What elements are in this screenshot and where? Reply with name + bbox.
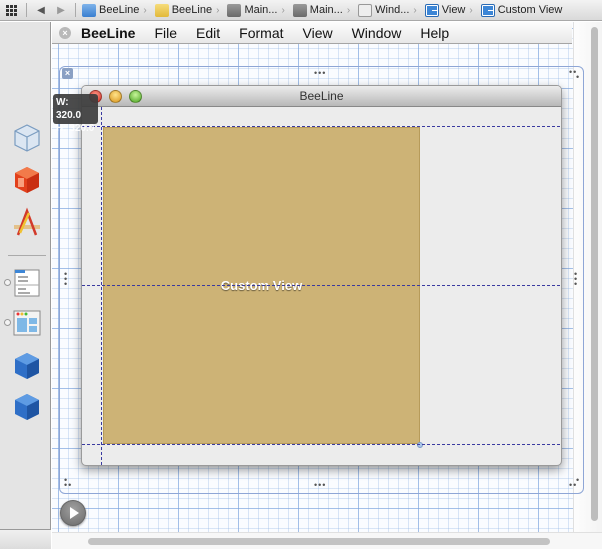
alignment-guide-left xyxy=(101,107,102,465)
nib-icon xyxy=(292,3,307,17)
breadcrumb-nib[interactable]: Main... › xyxy=(225,0,290,21)
chevron-right-icon: › xyxy=(281,4,285,16)
resize-knob[interactable] xyxy=(417,442,423,448)
menu-icon[interactable] xyxy=(12,268,42,298)
size-height: H: 320.0 xyxy=(56,123,95,134)
breadcrumb-custom-view[interactable]: Custom View xyxy=(479,0,565,21)
chevron-right-icon: › xyxy=(469,4,473,16)
app-icon[interactable] xyxy=(12,207,42,237)
chevron-right-icon: › xyxy=(346,4,351,16)
disclosure-dot[interactable] xyxy=(4,279,11,286)
menu-window[interactable]: Window xyxy=(352,25,402,41)
divider xyxy=(75,3,76,17)
resize-handle-bottom-left[interactable]: • •• xyxy=(64,476,74,490)
forward-button[interactable]: ▶ xyxy=(51,0,71,21)
breadcrumb-label: Main... xyxy=(244,4,278,16)
breadcrumb-nib-2[interactable]: Main... › xyxy=(291,0,356,21)
disclosure-dot[interactable] xyxy=(4,319,11,326)
resize-handle-bottom-right[interactable]: • •• xyxy=(569,476,579,490)
zoom-button-icon xyxy=(129,90,142,103)
resize-handle-top[interactable]: ••• xyxy=(314,69,326,78)
size-width: W: 320.0 xyxy=(56,97,82,121)
menu-app[interactable]: BeeLine xyxy=(81,25,135,41)
breadcrumb-label: BeeLine xyxy=(171,4,213,16)
alignment-guide-center xyxy=(82,285,560,286)
vertical-scrollbar-thumb[interactable] xyxy=(591,27,598,521)
breadcrumb-label: Wind... xyxy=(375,4,410,16)
horizontal-scrollbar-thumb[interactable] xyxy=(88,538,550,545)
project-icon xyxy=(82,3,96,17)
divider xyxy=(26,3,27,17)
view-icon xyxy=(424,3,439,17)
view-icon xyxy=(480,3,495,17)
resize-handle-left[interactable]: • • • xyxy=(64,270,69,289)
nib-icon xyxy=(227,3,242,17)
object-cube-icon[interactable] xyxy=(12,123,42,153)
grid-icon xyxy=(5,4,17,16)
alignment-guide-bottom xyxy=(82,444,560,445)
menu-view[interactable]: View xyxy=(303,25,333,41)
blue-cube-icon[interactable] xyxy=(12,351,42,381)
chevron-right-icon: › xyxy=(413,4,417,16)
folder-icon xyxy=(154,3,169,17)
window-title-bar[interactable]: BeeLine xyxy=(82,86,561,107)
alignment-guide-top xyxy=(82,126,560,127)
red-cube-icon[interactable] xyxy=(12,165,42,195)
chevron-right-icon: › xyxy=(216,4,220,16)
resize-handle-right[interactable]: • • • xyxy=(574,270,579,289)
back-arrow-icon: ◀ xyxy=(37,4,45,16)
back-button[interactable]: ◀ xyxy=(31,0,51,21)
resize-handle-bottom[interactable]: ••• xyxy=(314,481,326,490)
breadcrumb-label: Custom View xyxy=(497,4,563,16)
minimize-button-icon xyxy=(109,90,122,103)
resize-handle-top-right[interactable]: •• • xyxy=(569,68,579,82)
breadcrumb-label: Main... xyxy=(309,4,343,16)
size-tooltip: W: 320.0 H: 320.0 xyxy=(53,94,98,134)
breadcrumb-window[interactable]: Wind... › xyxy=(356,0,423,21)
blue-cube-icon[interactable] xyxy=(12,392,42,422)
breadcrumb-label: BeeLine xyxy=(99,4,140,16)
menu-format[interactable]: Format xyxy=(239,25,283,41)
main-menu-object[interactable]: × BeeLine File Edit Format View Window H… xyxy=(52,22,572,44)
window-icon[interactable] xyxy=(12,308,42,338)
object-library-dock xyxy=(0,22,51,549)
divider xyxy=(8,255,46,256)
window-icon xyxy=(358,3,373,17)
library-bottom-bar xyxy=(0,529,51,549)
simulate-play-button[interactable] xyxy=(60,500,86,526)
window-title: BeeLine xyxy=(299,89,344,103)
breadcrumb-folder[interactable]: BeeLine › xyxy=(153,0,226,21)
breadcrumb-view[interactable]: View › xyxy=(423,0,479,21)
close-icon[interactable]: × xyxy=(59,26,71,39)
forward-arrow-icon: ▶ xyxy=(57,4,65,16)
related-items-button[interactable] xyxy=(0,4,22,16)
breadcrumb-project[interactable]: BeeLine › xyxy=(80,0,153,21)
menu-file[interactable]: File xyxy=(154,25,177,41)
breadcrumb-label: View xyxy=(441,4,466,16)
menu-help[interactable]: Help xyxy=(420,25,449,41)
close-icon[interactable]: × xyxy=(62,68,73,79)
menu-edit[interactable]: Edit xyxy=(196,25,220,41)
chevron-right-icon: › xyxy=(143,4,147,16)
jump-bar: ◀ ▶ BeeLine › BeeLine › Main... › Main... › … xyxy=(0,0,602,21)
